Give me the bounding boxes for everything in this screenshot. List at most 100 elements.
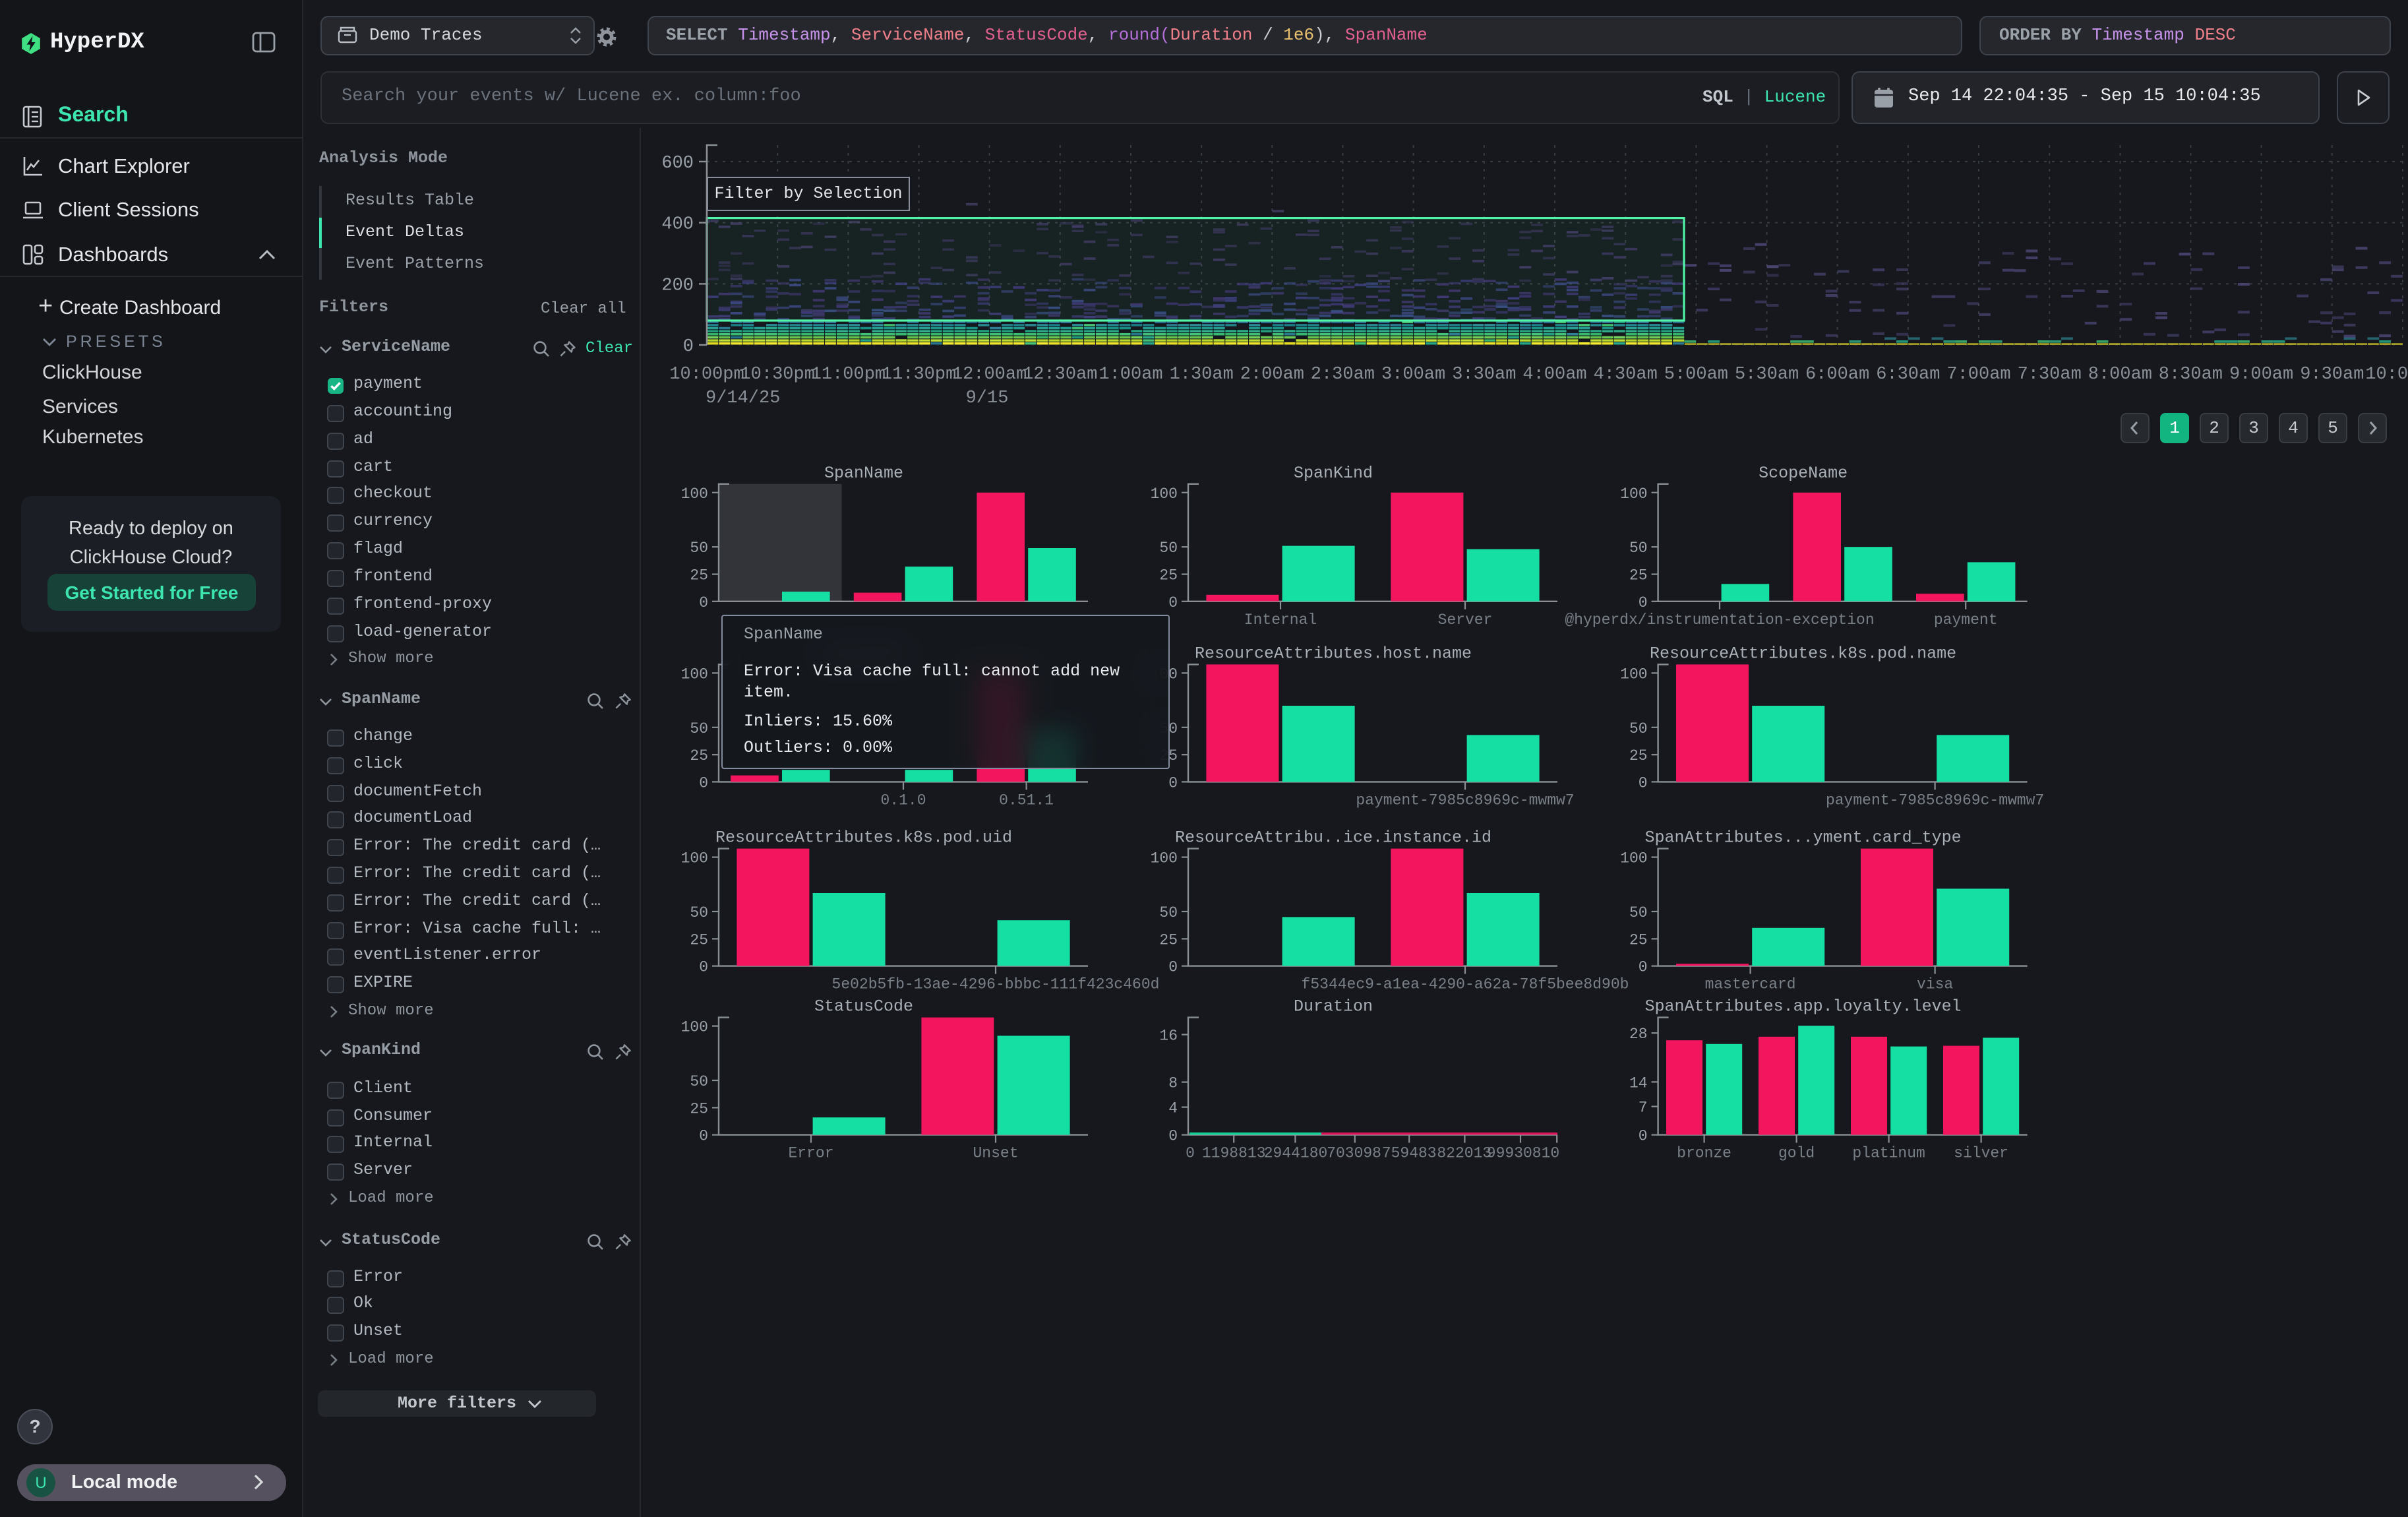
svg-text:ResourceAttribu..ice.instance.: ResourceAttribu..ice.instance.id xyxy=(1175,828,1491,848)
svg-text:bronze: bronze xyxy=(1677,1145,1731,1162)
svg-text:5:00am: 5:00am xyxy=(1664,365,1728,385)
svg-text:100: 100 xyxy=(1620,666,1647,683)
svg-text:0: 0 xyxy=(1186,1145,1195,1162)
svg-text:Error: Error xyxy=(788,1145,833,1162)
svg-text:100: 100 xyxy=(681,850,708,867)
svg-text:platinum: platinum xyxy=(1852,1145,1925,1162)
svg-text:100: 100 xyxy=(1620,850,1647,867)
svg-text:25: 25 xyxy=(1159,567,1178,584)
svg-text:8:30am: 8:30am xyxy=(2159,365,2223,385)
svg-text:8:00am: 8:00am xyxy=(2088,365,2152,385)
svg-text:payment: payment xyxy=(1934,611,1998,629)
svg-text:SpanName: SpanName xyxy=(824,464,903,483)
svg-text:Unset: Unset xyxy=(973,1145,1018,1162)
svg-text:payment-7985c8969c-mwmw7: payment-7985c8969c-mwmw7 xyxy=(1826,791,2044,809)
svg-text:0: 0 xyxy=(1168,594,1178,611)
svg-text:25: 25 xyxy=(1629,931,1648,948)
svg-text:25: 25 xyxy=(690,1100,708,1117)
svg-text:0: 0 xyxy=(683,337,694,357)
svg-text:0: 0 xyxy=(699,959,708,976)
svg-text:25: 25 xyxy=(1629,747,1648,764)
svg-text:25: 25 xyxy=(1629,567,1648,584)
svg-text:16: 16 xyxy=(1159,1028,1178,1045)
svg-text:0: 0 xyxy=(1168,774,1178,791)
svg-text:5:30am: 5:30am xyxy=(1735,365,1799,385)
svg-text:50: 50 xyxy=(1159,904,1178,921)
svg-text:703098: 703098 xyxy=(1327,1145,1381,1162)
svg-text:10:00pm: 10:00pm xyxy=(669,365,744,385)
svg-text:2:00am: 2:00am xyxy=(1240,365,1304,385)
svg-text:25: 25 xyxy=(1159,931,1178,948)
svg-text:visa: visa xyxy=(1917,976,1953,993)
svg-text:100: 100 xyxy=(681,1019,708,1036)
svg-text:SpanAttributes...yment.card_ty: SpanAttributes...yment.card_type xyxy=(1645,828,1962,848)
svg-text:payment-7985c8969c-mwmw7: payment-7985c8969c-mwmw7 xyxy=(1356,791,1574,809)
svg-text:9/15: 9/15 xyxy=(966,388,1009,408)
svg-text:11:00pm: 11:00pm xyxy=(811,365,886,385)
svg-text:ScopeName: ScopeName xyxy=(1759,464,1848,483)
svg-text:2:30am: 2:30am xyxy=(1311,365,1375,385)
svg-text:7:30am: 7:30am xyxy=(2018,365,2082,385)
svg-text:f5344ec9-a1ea-4290-a62a-78f5be: f5344ec9-a1ea-4290-a62a-78f5bee8d90b xyxy=(1302,976,1629,993)
svg-text:99930810: 99930810 xyxy=(1487,1145,1559,1162)
svg-text:25: 25 xyxy=(690,567,708,584)
svg-text:0: 0 xyxy=(699,1128,708,1145)
svg-text:silver: silver xyxy=(1954,1145,2008,1162)
svg-text:9:30am: 9:30am xyxy=(2300,365,2364,385)
svg-text:10:00am: 10:00am xyxy=(2365,365,2408,385)
svg-text:Server: Server xyxy=(1438,611,1493,629)
svg-text:SpanAttributes.app.loyalty.lev: SpanAttributes.app.loyalty.level xyxy=(1645,997,1962,1016)
svg-text:0.1.0: 0.1.0 xyxy=(880,791,926,809)
svg-text:0.51.1: 0.51.1 xyxy=(999,791,1054,809)
svg-text:1:30am: 1:30am xyxy=(1170,365,1234,385)
svg-text:11:30pm: 11:30pm xyxy=(882,365,956,385)
svg-text:ResourceAttributes.k8s.pod.nam: ResourceAttributes.k8s.pod.name xyxy=(1650,644,1956,663)
svg-text:100: 100 xyxy=(1151,485,1178,503)
svg-text:@hyperdx/instrumentation-excep: @hyperdx/instrumentation-exception xyxy=(1565,611,1874,629)
svg-text:6:00am: 6:00am xyxy=(1805,365,1869,385)
svg-text:5e02b5fb-13ae-4296-bbbc-111f42: 5e02b5fb-13ae-4296-bbbc-111f423c460d xyxy=(832,976,1160,993)
svg-text:400: 400 xyxy=(661,215,694,235)
svg-text:StatusCode: StatusCode xyxy=(814,997,913,1016)
svg-text:759483: 759483 xyxy=(1382,1145,1437,1162)
svg-text:8: 8 xyxy=(1168,1075,1178,1092)
svg-text:6:30am: 6:30am xyxy=(1876,365,1940,385)
svg-text:100: 100 xyxy=(681,666,708,683)
svg-text:0: 0 xyxy=(1639,774,1648,791)
svg-text:100: 100 xyxy=(1620,485,1647,503)
svg-text:50: 50 xyxy=(1629,720,1648,737)
svg-text:gold: gold xyxy=(1778,1145,1815,1162)
svg-text:50: 50 xyxy=(690,904,708,921)
svg-text:7: 7 xyxy=(1639,1099,1648,1117)
svg-text:50: 50 xyxy=(690,1073,708,1090)
svg-text:SpanKind: SpanKind xyxy=(1294,464,1373,483)
svg-text:0: 0 xyxy=(1639,959,1648,976)
svg-text:mastercard: mastercard xyxy=(1705,976,1796,993)
svg-text:1198813: 1198813 xyxy=(1202,1145,1266,1162)
svg-text:2944180: 2944180 xyxy=(1264,1145,1328,1162)
svg-text:28: 28 xyxy=(1629,1026,1648,1043)
svg-text:200: 200 xyxy=(661,276,694,295)
svg-text:50: 50 xyxy=(690,540,708,557)
svg-text:Internal: Internal xyxy=(1244,611,1317,629)
svg-text:100: 100 xyxy=(681,485,708,503)
svg-text:3:30am: 3:30am xyxy=(1452,365,1516,385)
svg-text:0: 0 xyxy=(1168,959,1178,976)
svg-text:50: 50 xyxy=(1159,540,1178,557)
svg-text:3:00am: 3:00am xyxy=(1381,365,1445,385)
svg-text:4:00am: 4:00am xyxy=(1522,365,1586,385)
svg-text:9:00am: 9:00am xyxy=(2229,365,2293,385)
svg-text:0: 0 xyxy=(1639,1128,1648,1145)
svg-text:25: 25 xyxy=(690,747,708,764)
svg-text:ResourceAttributes.host.name: ResourceAttributes.host.name xyxy=(1195,644,1472,663)
svg-text:0: 0 xyxy=(1639,594,1648,611)
svg-text:4:30am: 4:30am xyxy=(1594,365,1658,385)
svg-text:10:30pm: 10:30pm xyxy=(740,365,814,385)
svg-text:12:00am: 12:00am xyxy=(952,365,1027,385)
svg-text:Duration: Duration xyxy=(1294,997,1373,1016)
svg-text:ResourceAttributes.k8s.pod.uid: ResourceAttributes.k8s.pod.uid xyxy=(715,828,1012,848)
svg-text:50: 50 xyxy=(1629,540,1648,557)
svg-text:14: 14 xyxy=(1629,1074,1648,1092)
svg-text:1:00am: 1:00am xyxy=(1099,365,1162,385)
svg-text:50: 50 xyxy=(1629,904,1648,921)
